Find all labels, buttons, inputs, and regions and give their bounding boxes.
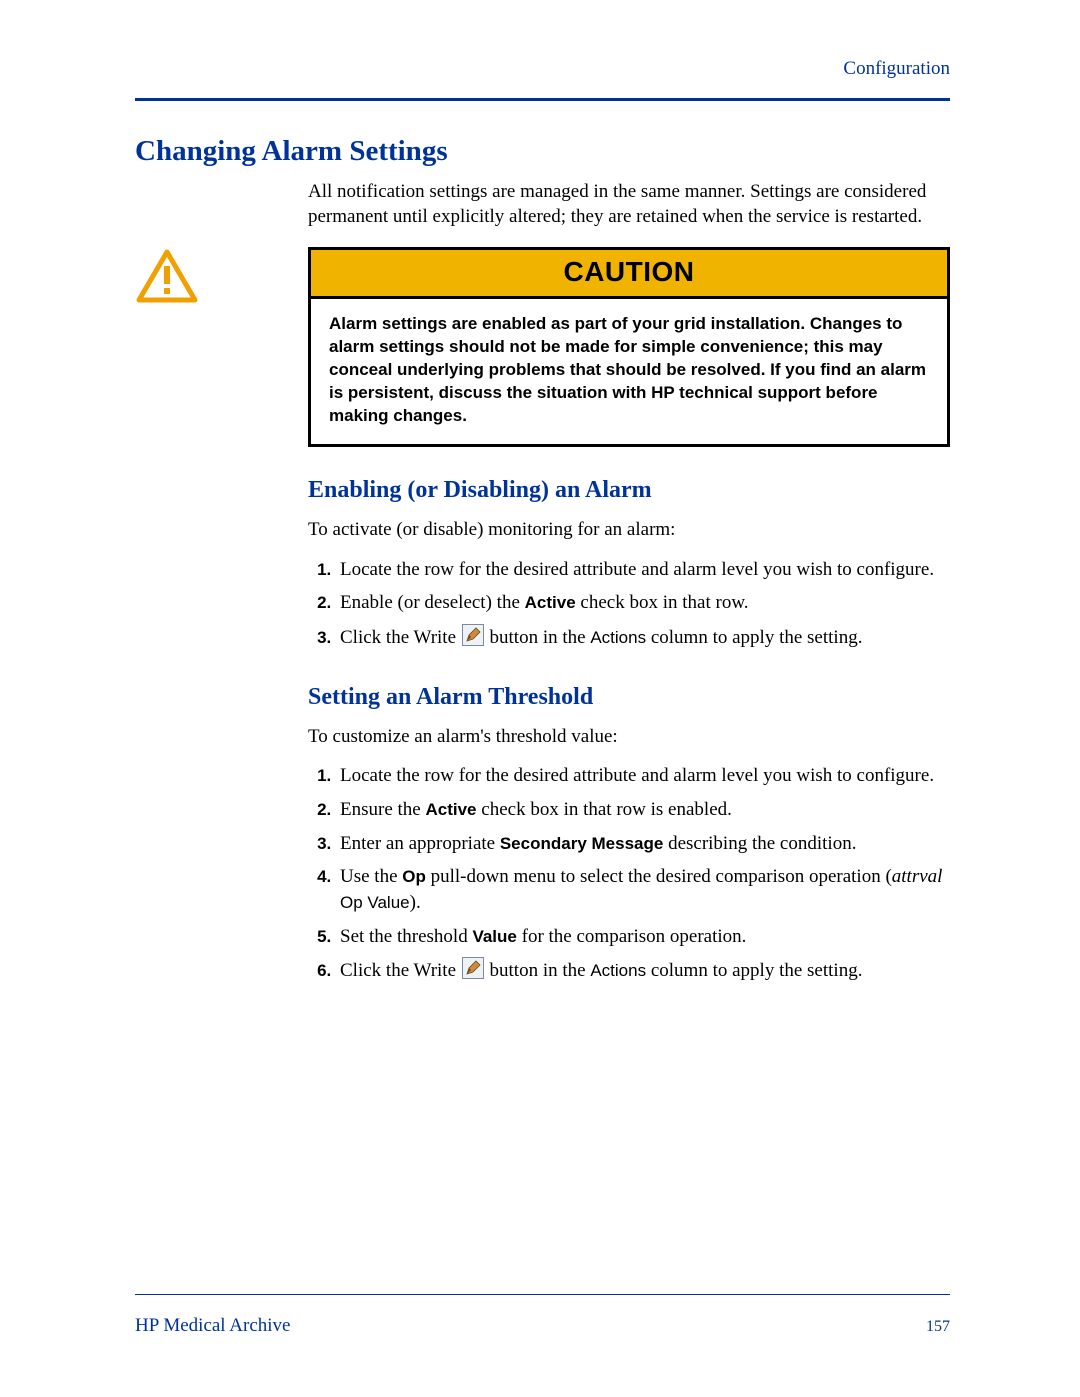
list-item: Set the threshold Value for the comparis… — [336, 924, 950, 950]
section1-intro: To activate (or disable) monitoring for … — [308, 518, 950, 543]
list-item: Enable (or deselect) the Active check bo… — [336, 590, 950, 616]
caution-block: CAUTION Alarm settings are enabled as pa… — [135, 247, 950, 447]
list-item: Ensure the Active check box in that row … — [336, 797, 950, 823]
section-heading-threshold: Setting an Alarm Threshold — [308, 684, 950, 711]
section-heading-enable: Enabling (or Disabling) an Alarm — [308, 477, 950, 504]
caution-icon-cell — [135, 247, 308, 308]
page-number: 157 — [926, 1318, 950, 1336]
pencil-icon — [462, 957, 484, 987]
list-item: Locate the row for the desired attribute… — [336, 763, 950, 789]
list-item: Click the Write button in the Actions co… — [336, 624, 950, 654]
header-section-link: Configuration — [135, 58, 950, 80]
page-footer: HP Medical Archive 157 — [135, 1294, 950, 1337]
section2-intro: To customize an alarm's threshold value: — [308, 725, 950, 750]
page: Configuration Changing Alarm Settings Al… — [0, 0, 1080, 1397]
header-rule — [135, 98, 950, 101]
footer-rule — [135, 1294, 950, 1295]
caution-text: Alarm settings are enabled as part of yo… — [311, 299, 947, 444]
pencil-icon — [462, 624, 484, 654]
section2-steps: Locate the row for the desired attribute… — [308, 763, 950, 986]
intro-paragraph: All notification settings are managed in… — [308, 180, 950, 229]
caution-triangle-icon — [136, 249, 198, 308]
list-item: Use the Op pull-down menu to select the … — [336, 864, 950, 915]
list-item: Click the Write button in the Actions co… — [336, 957, 950, 987]
list-item: Locate the row for the desired attribute… — [336, 557, 950, 583]
section1-steps: Locate the row for the desired attribute… — [308, 557, 950, 654]
caution-title: CAUTION — [311, 250, 947, 299]
page-title: Changing Alarm Settings — [135, 135, 950, 168]
list-item: Enter an appropriate Secondary Message d… — [336, 831, 950, 857]
caution-box: CAUTION Alarm settings are enabled as pa… — [308, 247, 950, 447]
footer-product-name: HP Medical Archive — [135, 1315, 290, 1337]
